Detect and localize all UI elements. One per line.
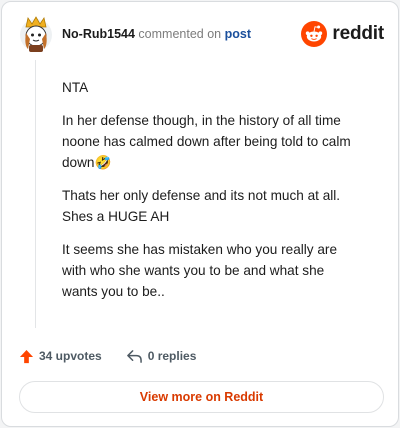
- reply-button[interactable]: 0 replies: [126, 349, 197, 364]
- comment-paragraph: It seems she has mistaken who you really…: [62, 242, 338, 299]
- embed-card: No-Rub1544 commented on post reddit NTA …: [1, 1, 399, 427]
- reddit-logo[interactable]: reddit: [301, 20, 384, 48]
- reply-icon: [126, 349, 142, 363]
- upvote-icon: [19, 349, 34, 363]
- comment-body: NTA In her defense though, in the histor…: [62, 77, 358, 314]
- reddit-wordmark: reddit: [332, 23, 384, 44]
- reddit-logo-icon: [301, 21, 328, 47]
- comment-header: No-Rub1544 commented on post reddit: [18, 15, 384, 55]
- comment-paragraph: Thats her only defense and its not much …: [62, 188, 341, 224]
- commented-on-text: commented on: [138, 27, 222, 41]
- username[interactable]: No-Rub1544: [62, 27, 135, 41]
- comment-actions: 34 upvotes 0 replies: [19, 346, 220, 366]
- thread-line: [35, 60, 36, 328]
- reply-count: 0 replies: [147, 349, 197, 363]
- upvote-count: 34 upvotes: [39, 349, 102, 363]
- view-more-button[interactable]: View more on Reddit: [19, 381, 384, 413]
- comment-paragraph: In her defense though, in the history of…: [62, 113, 351, 170]
- upvote-button[interactable]: 34 upvotes: [19, 349, 102, 364]
- avatar[interactable]: [18, 15, 54, 53]
- view-more-label: View more on Reddit: [139, 390, 264, 404]
- comment-meta: No-Rub1544 commented on post: [62, 27, 251, 41]
- post-link[interactable]: post: [225, 27, 251, 41]
- comment-paragraph: NTA: [62, 80, 89, 95]
